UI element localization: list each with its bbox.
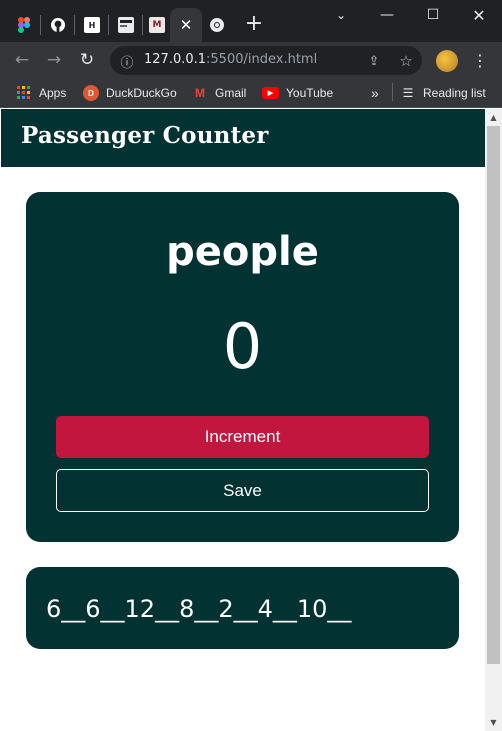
address-bar[interactable]: ⓘ 127.0.0.1:5500/index.html ⇪ ☆	[110, 46, 422, 75]
tab-github[interactable]	[42, 8, 74, 42]
bookmark-apps[interactable]: Apps	[16, 83, 66, 103]
github-icon	[50, 17, 66, 33]
counter-card: people 0 Increment Save	[26, 192, 459, 542]
app-icon: M	[149, 17, 165, 33]
bookmark-label: DuckDuckGo	[106, 86, 177, 100]
bookmark-youtube[interactable]: ▶ YouTube	[262, 83, 333, 103]
tab-strip: H M ✕ + ⌄ — ☐ ✕	[0, 0, 502, 42]
bookmark-duckduckgo[interactable]: D DuckDuckGo	[83, 83, 177, 103]
tab-site[interactable]	[110, 8, 142, 42]
maximize-icon[interactable]: ☐	[410, 0, 456, 30]
bookmark-gmail[interactable]: M Gmail	[192, 83, 246, 103]
tab-hackerrank[interactable]: H	[76, 8, 108, 42]
tab-search-icon[interactable]: ⌄	[318, 0, 364, 30]
save-button[interactable]: Save	[56, 469, 429, 512]
saved-entries-text: 6__6__12__8__2__4__10__	[46, 595, 352, 623]
figma-icon	[16, 17, 32, 33]
gmail-icon: M	[195, 86, 205, 100]
bookmarks-divider	[392, 83, 393, 101]
reading-list[interactable]: ☰ Reading list	[400, 83, 486, 103]
apps-grid-icon	[16, 85, 32, 101]
bookmarks-bar: Apps D DuckDuckGo M Gmail ▶ YouTube » ☰ …	[0, 78, 502, 108]
url-path: :5500/index.html	[206, 52, 318, 67]
scroll-down-arrow-icon[interactable]: ▼	[485, 714, 502, 731]
url-text[interactable]: 127.0.0.1:5500/index.html	[144, 52, 317, 67]
counter-label: people	[166, 229, 319, 275]
chrome-icon	[209, 17, 225, 33]
close-window-icon[interactable]: ✕	[456, 0, 502, 30]
counter-value: 0	[222, 310, 263, 383]
page-scrollbar[interactable]: ▲ ▼	[485, 109, 502, 731]
youtube-icon: ▶	[262, 87, 279, 99]
duckduckgo-icon: D	[83, 85, 99, 101]
menu-kebab-icon[interactable]: ⋮	[466, 46, 494, 74]
tab-app[interactable]: M	[144, 8, 170, 42]
back-arrow-icon[interactable]: ←	[8, 46, 36, 74]
scroll-up-arrow-icon[interactable]: ▲	[485, 109, 502, 126]
minimize-icon[interactable]: —	[364, 0, 410, 30]
page-viewport: Passenger Counter people 0 Increment Sav…	[1, 109, 485, 731]
saved-entries-card: 6__6__12__8__2__4__10__	[26, 567, 459, 649]
avatar[interactable]	[436, 50, 458, 72]
tab-figma[interactable]	[8, 8, 40, 42]
tab-active[interactable]: ✕	[170, 8, 202, 42]
close-tab-icon[interactable]: ✕	[178, 16, 194, 34]
bookmarks-overflow[interactable]: »	[371, 83, 379, 103]
scroll-thumb[interactable]	[487, 126, 500, 664]
bookmark-label: Apps	[39, 86, 67, 100]
reload-icon[interactable]: ↻	[73, 46, 101, 74]
page-title: Passenger Counter	[21, 122, 269, 149]
browser-toolbar: ← → ↻ ⓘ 127.0.0.1:5500/index.html ⇪ ☆ ⋮	[0, 42, 502, 78]
hackerrank-icon: H	[84, 17, 100, 33]
reading-list-icon: ☰	[402, 86, 414, 100]
bookmark-label: Gmail	[215, 86, 247, 100]
info-icon[interactable]: ⓘ	[117, 51, 137, 71]
app-header: Passenger Counter	[1, 109, 485, 167]
bookmark-star-icon[interactable]: ☆	[396, 51, 416, 71]
site-icon	[118, 17, 134, 33]
new-tab-button[interactable]: +	[240, 6, 268, 40]
forward-arrow-icon[interactable]: →	[40, 46, 68, 74]
increment-button[interactable]: Increment	[56, 416, 429, 458]
tab-chrome[interactable]	[202, 8, 232, 42]
url-host: 127.0.0.1	[144, 52, 207, 67]
share-icon[interactable]: ⇪	[364, 51, 384, 71]
reading-list-label: Reading list	[423, 86, 486, 100]
bookmark-label: YouTube	[286, 86, 334, 100]
